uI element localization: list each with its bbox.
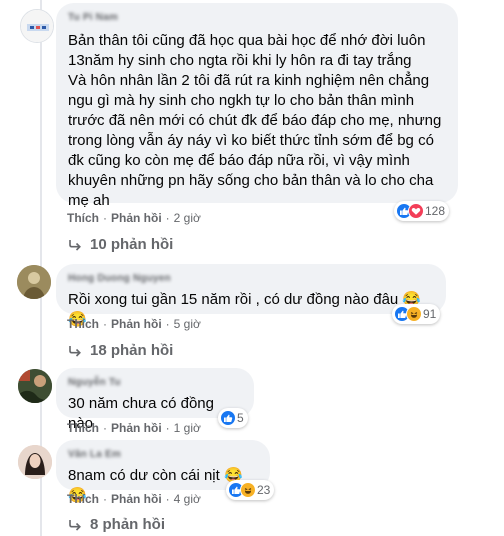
separator-dot: · xyxy=(103,492,107,506)
separator-dot: · xyxy=(165,317,170,331)
comment-1: Tu Pi Nam Bản thân tôi cũng đã học qua b… xyxy=(0,0,504,260)
reaction-summary[interactable]: 91 xyxy=(392,304,441,324)
like-reaction-icon xyxy=(220,410,236,426)
reaction-count: 128 xyxy=(425,204,446,218)
reply-button[interactable]: Phản hồi xyxy=(111,492,162,506)
reply-arrow-icon xyxy=(69,239,81,251)
reaction-summary[interactable]: 23 xyxy=(226,480,275,500)
love-reaction-icon xyxy=(408,203,424,219)
comment-bubble: Hong Duong Nguyen Rồi xong tui gần 15 nă… xyxy=(56,264,446,328)
reaction-count: 23 xyxy=(257,483,271,497)
avatar[interactable] xyxy=(18,369,52,403)
replies-count-label: 10 phản hồi xyxy=(90,236,174,253)
comment-actions: Thích · Phản hồi · 2 giờ xyxy=(67,211,201,225)
comment-author[interactable]: Vân La Em xyxy=(68,448,258,462)
comment-4: Vân La Em 8nam có dư còn cái nịt 😂😂 23 T… xyxy=(0,440,504,536)
avatar[interactable] xyxy=(20,9,54,43)
comment-actions: Thích · Phản hồi · 5 giờ xyxy=(67,317,201,331)
comment-timestamp[interactable]: 2 giờ xyxy=(174,211,201,225)
view-replies-link[interactable]: 10 phản hồi xyxy=(67,236,173,253)
like-button[interactable]: Thích xyxy=(67,211,99,225)
separator-dot: · xyxy=(103,317,107,331)
reply-arrow-icon xyxy=(69,345,81,357)
reply-arrow-icon xyxy=(69,519,81,531)
comment-3: Nguyễn Tu 30 năm chưa có đồng nào 5 Thíc… xyxy=(0,366,504,438)
comment-author[interactable]: Tu Pi Nam xyxy=(68,11,446,25)
replies-count-label: 18 phản hồi xyxy=(90,342,174,359)
haha-reaction-icon xyxy=(406,306,422,322)
comment-author[interactable]: Hong Duong Nguyen xyxy=(68,272,434,286)
comment-actions: Thích · Phản hồi · 4 giờ xyxy=(67,492,201,506)
reaction-count: 91 xyxy=(423,307,437,321)
comment-timestamp[interactable]: 5 giờ xyxy=(174,317,201,331)
comment-timestamp[interactable]: 1 giờ xyxy=(174,421,201,435)
reply-button[interactable]: Phản hồi xyxy=(111,317,162,331)
comment-actions: Thích · Phản hồi · 1 giờ xyxy=(67,421,201,435)
avatar[interactable] xyxy=(17,265,51,299)
view-replies-link[interactable]: 18 phản hồi xyxy=(67,342,173,359)
comment-text: Bản thân tôi cũng đã học qua bài học để … xyxy=(68,32,442,209)
comment-bubble: Tu Pi Nam Bản thân tôi cũng đã học qua b… xyxy=(56,3,458,209)
view-replies-link[interactable]: 8 phản hồi xyxy=(67,516,165,533)
reaction-count: 5 xyxy=(237,411,244,425)
comment-2: Hong Duong Nguyen Rồi xong tui gần 15 nă… xyxy=(0,262,504,362)
separator-dot: · xyxy=(165,211,170,225)
like-button[interactable]: Thích xyxy=(67,317,99,331)
like-button[interactable]: Thích xyxy=(67,421,99,435)
replies-count-label: 8 phản hồi xyxy=(90,516,165,533)
haha-reaction-icon xyxy=(240,482,256,498)
separator-dot: · xyxy=(165,492,170,506)
separator-dot: · xyxy=(103,421,107,435)
reply-button[interactable]: Phản hồi xyxy=(111,211,162,225)
separator-dot: · xyxy=(165,421,170,435)
reaction-summary[interactable]: 5 xyxy=(218,408,248,428)
avatar[interactable] xyxy=(18,445,52,479)
separator-dot: · xyxy=(103,211,107,225)
reaction-summary[interactable]: 128 xyxy=(394,201,450,221)
comment-author[interactable]: Nguyễn Tu xyxy=(68,376,242,390)
like-button[interactable]: Thích xyxy=(67,492,99,506)
reply-button[interactable]: Phản hồi xyxy=(111,421,162,435)
comment-timestamp[interactable]: 4 giờ xyxy=(174,492,201,506)
